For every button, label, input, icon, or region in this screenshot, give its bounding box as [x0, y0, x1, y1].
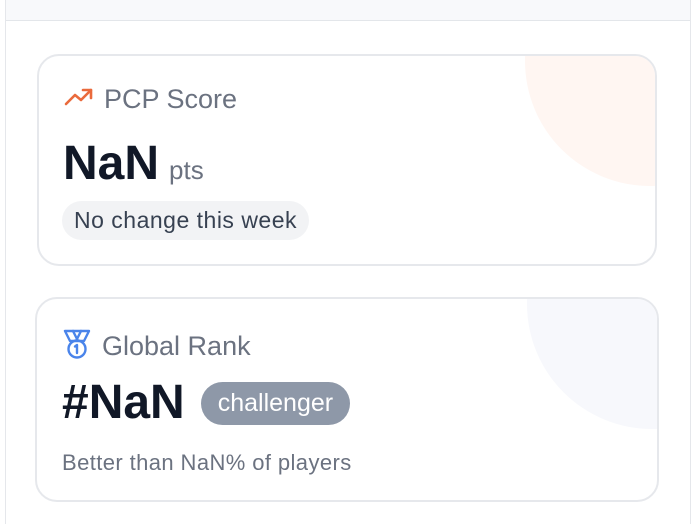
- pcp-score-label: PCP Score: [104, 84, 238, 114]
- tier-badge: challenger: [200, 381, 351, 425]
- global-rank-value: #NaN: [62, 376, 185, 429]
- pcp-score-unit: pts: [169, 155, 204, 185]
- panel-top-band: [6, 0, 690, 21]
- decorative-circle: [527, 299, 657, 429]
- global-rank-label: Global Rank: [102, 331, 251, 361]
- medal-icon: [62, 328, 92, 365]
- pcp-score-value-row: NaN pts: [63, 140, 204, 188]
- decorative-circle: [525, 56, 655, 186]
- score-change-badge: No change this week: [62, 201, 310, 241]
- pcp-score-value: NaN: [63, 137, 160, 190]
- pcp-score-card: PCP Score NaN pts No change this week: [37, 54, 657, 266]
- global-rank-header: Global Rank: [62, 328, 251, 365]
- stats-panel: PCP Score NaN pts No change this week Gl…: [5, 0, 691, 524]
- trending-up-icon: [64, 87, 94, 112]
- global-rank-value-row: #NaN challenger: [62, 376, 351, 429]
- global-rank-card: Global Rank #NaN challenger Better than …: [35, 297, 659, 502]
- pcp-score-header: PCP Score: [64, 86, 237, 113]
- percentile-text: Better than NaN% of players: [62, 450, 352, 475]
